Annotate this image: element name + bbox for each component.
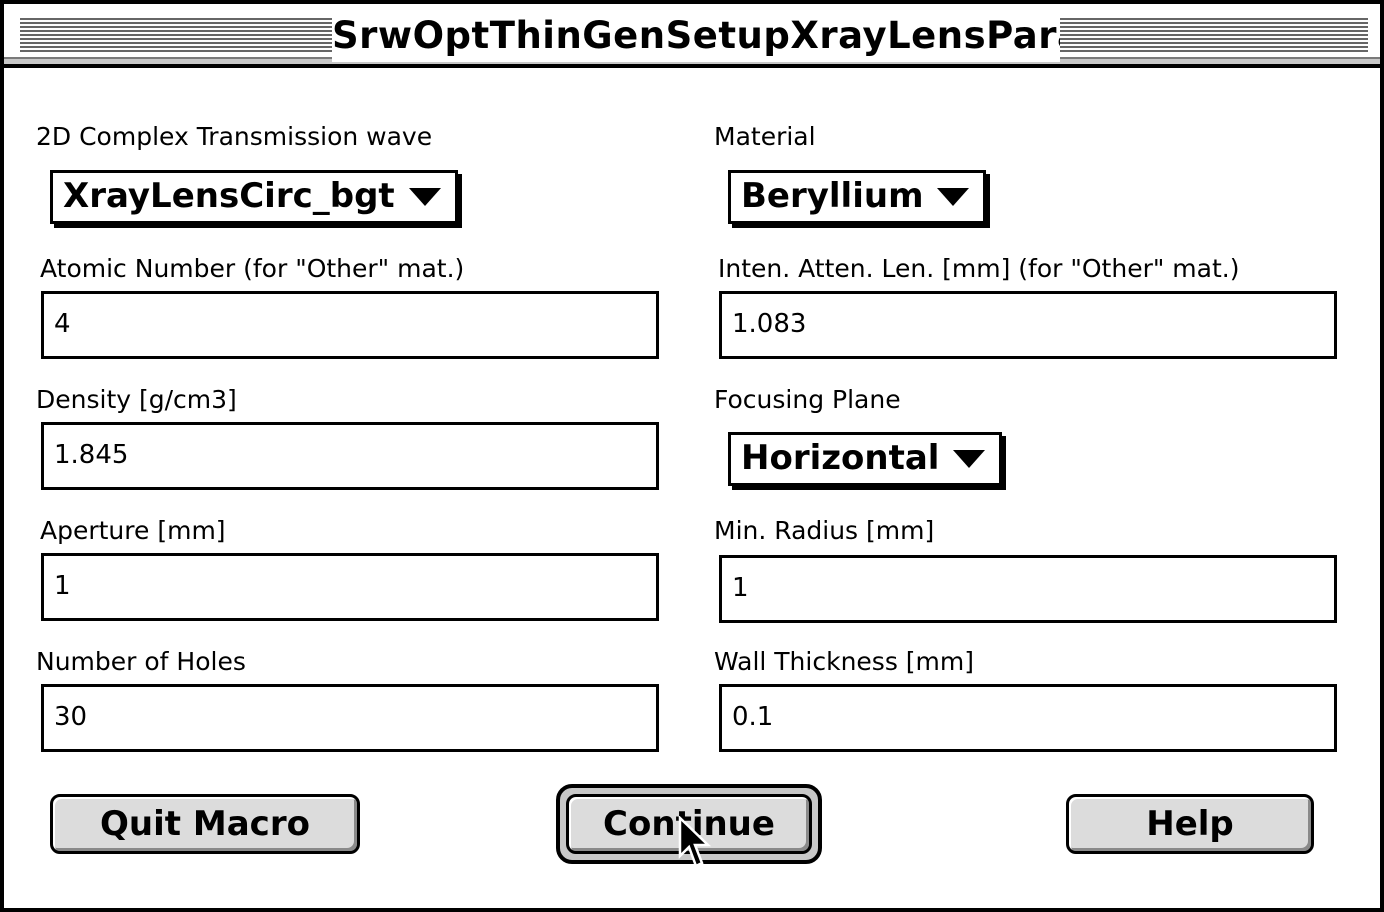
atomic-number-field[interactable]: 4 xyxy=(41,291,659,359)
wall-thickness-field[interactable]: 0.1 xyxy=(719,684,1337,752)
focusing-plane-value: Horizontal xyxy=(741,438,940,478)
number-of-holes-field[interactable]: 30 xyxy=(41,684,659,752)
dialog-window: SrwOptThinGenSetupXrayLensParab 2D Compl… xyxy=(0,0,1384,912)
window-title: SrwOptThinGenSetupXrayLensParab xyxy=(332,10,1109,62)
min-radius-label: Min. Radius [mm] xyxy=(714,516,935,545)
title-bar[interactable]: SrwOptThinGenSetupXrayLensParab xyxy=(4,4,1380,68)
triangle-down-icon xyxy=(409,188,441,206)
transmission-wave-label: 2D Complex Transmission wave xyxy=(36,122,433,151)
material-value: Beryllium xyxy=(741,176,924,216)
density-field[interactable]: 1.845 xyxy=(41,422,659,490)
atomic-number-label: Atomic Number (for "Other" mat.) xyxy=(40,254,465,283)
transmission-wave-popup[interactable]: XrayLensCirc_bgt xyxy=(50,170,458,224)
mouse-pointer-icon xyxy=(678,816,712,868)
atten-len-label: Inten. Atten. Len. [mm] (for "Other" mat… xyxy=(718,254,1240,283)
focusing-plane-label: Focusing Plane xyxy=(714,385,901,414)
min-radius-field[interactable]: 1 xyxy=(719,555,1337,623)
wall-thickness-label: Wall Thickness [mm] xyxy=(714,647,974,676)
density-label: Density [g/cm3] xyxy=(36,385,237,414)
aperture-field[interactable]: 1 xyxy=(41,553,659,621)
triangle-down-icon xyxy=(953,450,985,468)
title-bar-stripes-left xyxy=(20,18,332,54)
title-bar-stripes-right xyxy=(1060,18,1368,54)
focusing-plane-popup[interactable]: Horizontal xyxy=(728,432,1002,486)
aperture-label: Aperture [mm] xyxy=(40,516,226,545)
material-popup[interactable]: Beryllium xyxy=(728,170,986,224)
triangle-down-icon xyxy=(937,188,969,206)
transmission-wave-value: XrayLensCirc_bgt xyxy=(63,176,395,216)
number-of-holes-label: Number of Holes xyxy=(36,647,246,676)
help-button[interactable]: Help xyxy=(1066,794,1314,854)
quit-macro-button[interactable]: Quit Macro xyxy=(50,794,360,854)
atten-len-field[interactable]: 1.083 xyxy=(719,291,1337,359)
material-label: Material xyxy=(714,122,816,151)
